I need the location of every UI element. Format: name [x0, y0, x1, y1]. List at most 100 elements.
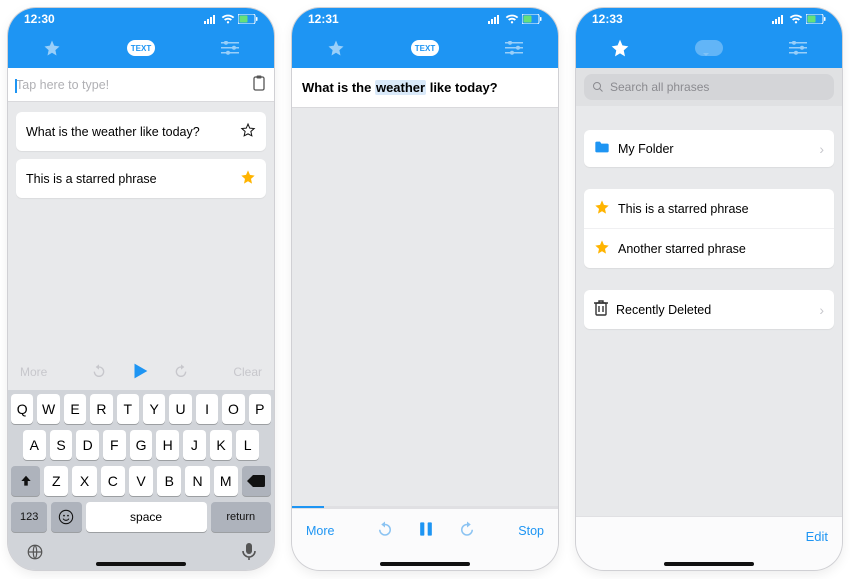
phone-2: 12:31 TEXT What is the weather like toda… — [292, 8, 558, 570]
paste-icon[interactable] — [252, 75, 266, 94]
key[interactable]: S — [50, 430, 73, 460]
top-bar: 12:30 TEXT — [8, 8, 274, 68]
key[interactable]: P — [249, 394, 271, 424]
chevron-right-icon: › — [819, 302, 824, 318]
star-filled-icon — [594, 199, 610, 218]
tab-favorites[interactable] — [32, 35, 72, 61]
key[interactable]: R — [90, 394, 112, 424]
folder-label: My Folder — [618, 142, 811, 156]
key[interactable]: N — [185, 466, 209, 496]
recently-deleted-row[interactable]: Recently Deleted › — [584, 290, 834, 329]
phrase-list: What is the weather like today? This is … — [8, 102, 274, 354]
key[interactable]: H — [156, 430, 179, 460]
return-key[interactable]: return — [211, 502, 271, 532]
phone-1: 12:30 TEXT Tap here to type! — [8, 8, 274, 570]
key[interactable]: L — [236, 430, 259, 460]
numeric-key[interactable]: 123 — [11, 502, 47, 532]
star-filled-icon[interactable] — [240, 169, 256, 188]
emoji-key[interactable] — [51, 502, 81, 532]
star-icon — [610, 38, 630, 58]
shift-key[interactable] — [11, 466, 40, 496]
text-segment: What is the — [302, 80, 375, 95]
key[interactable]: M — [214, 466, 238, 496]
empty-area — [292, 108, 558, 506]
tab-text[interactable]: TEXT — [405, 35, 445, 61]
keyboard-row-1: Q W E R T Y U I O P — [11, 394, 271, 424]
space-key[interactable]: space — [86, 502, 207, 532]
text-segment: like today? — [426, 80, 498, 95]
clock: 12:31 — [308, 12, 339, 26]
playback-controls: More Clear — [8, 354, 274, 390]
star-outline-icon[interactable] — [240, 122, 256, 141]
key[interactable]: A — [23, 430, 46, 460]
key[interactable]: B — [157, 466, 181, 496]
progress-bar[interactable] — [292, 506, 558, 508]
key[interactable]: D — [76, 430, 99, 460]
key[interactable]: G — [130, 430, 153, 460]
tab-settings[interactable] — [494, 35, 534, 61]
input-placeholder: Tap here to type! — [16, 78, 252, 92]
key[interactable]: T — [117, 394, 139, 424]
battery-icon — [238, 14, 258, 24]
rewind-button[interactable] — [376, 520, 394, 541]
tab-favorites[interactable] — [600, 35, 640, 61]
phrase-row[interactable]: This is a starred phrase — [16, 159, 266, 198]
search-placeholder: Search all phrases — [610, 80, 709, 94]
tab-text[interactable]: TEXT — [121, 35, 161, 61]
key[interactable]: F — [103, 430, 126, 460]
edit-button[interactable]: Edit — [806, 529, 828, 544]
stop-button[interactable]: Stop — [518, 524, 544, 538]
key[interactable]: U — [169, 394, 191, 424]
key[interactable]: J — [183, 430, 206, 460]
key[interactable]: Z — [44, 466, 68, 496]
speech-bubble-icon: TEXT — [127, 40, 155, 56]
key[interactable]: C — [101, 466, 125, 496]
emoji-icon — [58, 509, 74, 525]
keyboard: Q W E R T Y U I O P A S D F G H J K L Z — [8, 390, 274, 538]
key[interactable]: Q — [11, 394, 33, 424]
text-input-bar[interactable]: Tap here to type! — [8, 68, 274, 102]
home-indicator — [96, 562, 186, 566]
key[interactable]: O — [222, 394, 244, 424]
wifi-icon — [221, 14, 235, 24]
forward-button[interactable] — [458, 520, 476, 541]
forward-button[interactable] — [173, 363, 189, 382]
key[interactable]: E — [64, 394, 86, 424]
more-button[interactable]: More — [306, 524, 334, 538]
key[interactable]: W — [37, 394, 59, 424]
sliders-icon — [505, 41, 523, 55]
progress-fill — [292, 506, 324, 508]
tab-text[interactable] — [689, 35, 729, 61]
key[interactable]: K — [210, 430, 233, 460]
globe-key[interactable] — [26, 543, 44, 566]
tab-favorites[interactable] — [316, 35, 356, 61]
keyboard-row-3: Z X C V B N M — [11, 466, 271, 496]
search-input[interactable]: Search all phrases — [584, 74, 834, 100]
search-bar: Search all phrases — [576, 68, 842, 106]
trash-icon — [594, 300, 608, 319]
folder-row[interactable]: My Folder › — [584, 130, 834, 167]
tab-bar — [576, 30, 842, 68]
key[interactable]: Y — [143, 394, 165, 424]
backspace-key[interactable] — [242, 466, 271, 496]
starred-row[interactable]: This is a starred phrase — [584, 189, 834, 229]
sliders-icon — [221, 41, 239, 55]
top-bar: 12:33 — [576, 8, 842, 68]
mic-key[interactable] — [242, 543, 256, 566]
tab-settings[interactable] — [210, 35, 250, 61]
key[interactable]: I — [196, 394, 218, 424]
folder-icon — [594, 140, 610, 157]
bottom-spacer — [292, 552, 558, 570]
rewind-button[interactable] — [91, 363, 107, 382]
phrase-row[interactable]: What is the weather like today? — [16, 112, 266, 151]
key[interactable]: X — [72, 466, 96, 496]
starred-row[interactable]: Another starred phrase — [584, 229, 834, 268]
clear-button[interactable]: Clear — [233, 365, 262, 379]
more-button[interactable]: More — [20, 365, 47, 379]
signal-icon — [772, 14, 786, 24]
wifi-icon — [505, 14, 519, 24]
pause-button[interactable] — [416, 519, 436, 542]
play-button[interactable] — [129, 360, 151, 385]
tab-settings[interactable] — [778, 35, 818, 61]
key[interactable]: V — [129, 466, 153, 496]
